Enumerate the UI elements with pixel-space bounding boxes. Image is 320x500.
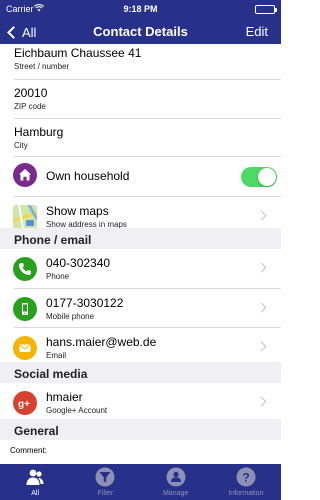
battery-icon bbox=[255, 5, 277, 14]
chevron-right-icon bbox=[256, 341, 267, 352]
show-maps-label: Show maps bbox=[46, 204, 109, 218]
contact-row-phone[interactable]: 040-302340 Phone bbox=[0, 248, 281, 289]
mobile-value: 0177-3030122 bbox=[46, 296, 124, 310]
tab-bar: All Filter Manage ? Information bbox=[0, 464, 281, 500]
zip-row: 20010 ZIP code bbox=[0, 80, 281, 120]
filter-icon bbox=[95, 467, 115, 487]
toggle-knob bbox=[258, 168, 276, 186]
chevron-right-icon bbox=[256, 210, 267, 221]
tab-all[interactable]: All bbox=[0, 464, 70, 500]
mail-icon bbox=[13, 336, 37, 360]
mobile-phone-icon bbox=[13, 297, 37, 321]
section-title: Social media bbox=[14, 367, 88, 381]
manage-icon bbox=[166, 467, 186, 487]
phone-icon bbox=[13, 257, 37, 281]
page-title: Contact Details bbox=[93, 24, 188, 39]
tab-filter[interactable]: Filter bbox=[70, 464, 140, 500]
phone-label: Phone bbox=[46, 272, 70, 281]
status-bar: Carrier 9:18 PM bbox=[0, 0, 281, 20]
section-header-general: General bbox=[0, 419, 281, 440]
google-label: Google+ Account bbox=[46, 406, 108, 415]
tab-information[interactable]: ? Information bbox=[211, 464, 281, 500]
chevron-right-icon bbox=[256, 262, 267, 273]
street-value: Eichbaum Chaussee 41 bbox=[14, 46, 142, 60]
city-row: Hamburg City bbox=[0, 119, 281, 159]
zip-label: ZIP code bbox=[14, 102, 46, 111]
contact-row-email[interactable]: hans.maier@web.de Email bbox=[0, 327, 281, 367]
email-value: hans.maier@web.de bbox=[46, 335, 157, 349]
street-row: Eichbaum Chaussee 41 Street / number bbox=[0, 44, 281, 80]
clock: 9:18 PM bbox=[123, 4, 158, 14]
section-header-social: Social media bbox=[0, 362, 281, 383]
house-icon bbox=[13, 163, 37, 187]
tab-label: Filter bbox=[97, 490, 114, 497]
svg-text:?: ? bbox=[242, 471, 249, 485]
own-household-label: Own household bbox=[46, 169, 130, 183]
social-row-google[interactable]: g+ hmaier Google+ Account bbox=[0, 382, 281, 422]
street-label: Street / number bbox=[14, 62, 70, 71]
own-household-row: Own household bbox=[0, 154, 281, 196]
city-value: Hamburg bbox=[14, 125, 64, 139]
email-label: Email bbox=[46, 351, 67, 360]
contact-row-mobile[interactable]: 0177-3030122 Mobile phone bbox=[0, 288, 281, 328]
info-icon: ? bbox=[236, 467, 256, 487]
section-title: Phone / email bbox=[14, 233, 92, 247]
city-label: City bbox=[14, 141, 28, 150]
google-plus-icon: g+ bbox=[13, 391, 37, 415]
mobile-label: Mobile phone bbox=[46, 312, 95, 321]
svg-text:g+: g+ bbox=[18, 399, 30, 410]
phone-value: 040-302340 bbox=[46, 256, 111, 270]
chevron-right-icon bbox=[256, 396, 267, 407]
google-value: hmaier bbox=[46, 390, 83, 404]
map-icon bbox=[13, 205, 37, 229]
section-title: General bbox=[14, 424, 59, 438]
tab-label: Manage bbox=[162, 490, 189, 497]
section-header-phone-email: Phone / email bbox=[0, 228, 281, 249]
zip-value: 20010 bbox=[14, 86, 48, 100]
contact-details-list[interactable]: Eichbaum Chaussee 41 Street / number 200… bbox=[0, 44, 281, 464]
navigation-bar: All Contact Details Edit bbox=[0, 20, 281, 44]
contacts-icon bbox=[26, 469, 44, 485]
own-household-toggle[interactable] bbox=[241, 167, 277, 187]
tab-manage[interactable]: Manage bbox=[141, 464, 211, 500]
chevron-right-icon bbox=[256, 302, 267, 313]
tab-label: All bbox=[31, 490, 40, 497]
edit-button[interactable]: Edit bbox=[246, 24, 268, 39]
comment-label: Comment: bbox=[10, 446, 47, 455]
tab-label: Information bbox=[228, 490, 264, 497]
